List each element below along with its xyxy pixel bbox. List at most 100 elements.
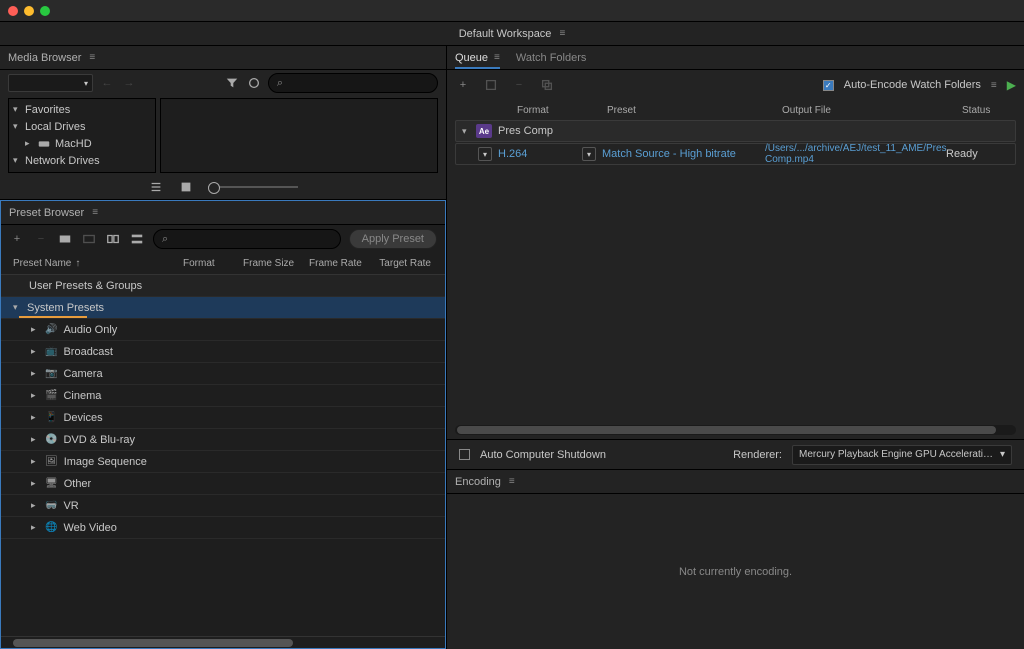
duplicate-icon[interactable] xyxy=(539,77,555,93)
category-icon: 🌐 xyxy=(45,522,57,533)
drive-icon xyxy=(37,137,51,151)
queue-headers: Format Preset Output File Status xyxy=(447,100,1024,120)
remove-preset-icon[interactable]: − xyxy=(33,231,49,247)
maximize-window-icon[interactable] xyxy=(40,6,50,16)
system-presets-group[interactable]: ▾System Presets xyxy=(1,297,445,319)
queue-body[interactable]: ▾ Ae Pres Comp ▾ H.264 ▾ Match Source - … xyxy=(447,120,1024,421)
list-view-icon[interactable] xyxy=(148,179,164,195)
tree-network-drives[interactable]: ▾Network Drives xyxy=(9,152,155,169)
search-icon: ⌕ xyxy=(162,233,168,246)
preset-icon-2[interactable] xyxy=(81,231,97,247)
workspace-label[interactable]: Default Workspace xyxy=(459,28,552,40)
category-icon: 📱 xyxy=(45,412,57,423)
preset-category[interactable]: ▸📷Camera xyxy=(1,363,445,385)
preset-dropdown-icon[interactable]: ▾ xyxy=(582,147,596,161)
title-bar xyxy=(0,0,1024,22)
close-window-icon[interactable] xyxy=(8,6,18,16)
queue-output[interactable]: /Users/.../archive/AEJ/test_11_AME/Pres … xyxy=(765,143,940,165)
category-icon: 📺 xyxy=(45,346,57,357)
preset-icon-4[interactable] xyxy=(129,231,145,247)
preset-icon-3[interactable] xyxy=(105,231,121,247)
queue-tabs: Queue≡ Watch Folders xyxy=(447,46,1024,70)
user-presets-group[interactable]: User Presets & Groups xyxy=(1,275,445,297)
preset-browser-panel: Preset Browser ≡ + − ⌕ Apply Preset Pres… xyxy=(0,200,446,649)
panel-menu-icon[interactable]: ≡ xyxy=(92,207,98,218)
queue-item-row[interactable]: ▾ H.264 ▾ Match Source - High bitrate /U… xyxy=(455,143,1016,165)
media-search-input[interactable] xyxy=(287,77,429,89)
media-browser-title: Media Browser xyxy=(8,52,81,64)
queue-menu-icon[interactable]: ≡ xyxy=(991,80,997,91)
queue-scrollbar[interactable] xyxy=(455,425,1016,435)
zoom-slider[interactable] xyxy=(208,186,298,188)
tree-favorites[interactable]: ▾Favorites xyxy=(9,101,155,118)
encoding-title: Encoding xyxy=(455,476,501,488)
renderer-select[interactable]: Mercury Playback Engine GPU Acceleration… xyxy=(792,445,1012,465)
preset-search[interactable]: ⌕ xyxy=(153,229,341,249)
preset-category[interactable]: ▸📺Broadcast xyxy=(1,341,445,363)
minimize-window-icon[interactable] xyxy=(24,6,34,16)
preset-search-input[interactable] xyxy=(172,233,331,245)
workspace-menu-icon[interactable]: ≡ xyxy=(559,28,565,39)
filter-icon[interactable] xyxy=(224,75,240,91)
media-tree[interactable]: ▾Favorites ▾Local Drives ▸MacHD ▾Network… xyxy=(8,98,156,173)
tab-queue[interactable]: Queue≡ xyxy=(455,48,500,68)
thumbnail-view-icon[interactable] xyxy=(178,179,194,195)
preset-category[interactable]: ▸🖼Image Sequence xyxy=(1,451,445,473)
preset-category[interactable]: ▸📱Devices xyxy=(1,407,445,429)
queue-format[interactable]: H.264 xyxy=(498,148,576,160)
preset-headers: Preset Name↑ Format Frame Size Frame Rat… xyxy=(1,253,445,275)
panel-menu-icon[interactable]: ≡ xyxy=(89,52,95,63)
auto-encode-label: Auto-Encode Watch Folders xyxy=(844,79,981,91)
category-icon: 🖼 xyxy=(45,456,58,467)
panel-menu-icon[interactable]: ≡ xyxy=(494,52,500,63)
chevron-down-icon: ▾ xyxy=(1000,449,1005,460)
encoding-panel: Encoding ≡ Not currently encoding. xyxy=(447,469,1024,649)
tree-local-drives[interactable]: ▾Local Drives xyxy=(9,118,155,135)
remove-icon[interactable]: − xyxy=(511,77,527,93)
preset-scrollbar[interactable] xyxy=(1,636,445,648)
queue-preset[interactable]: Match Source - High bitrate xyxy=(602,148,759,160)
preset-browser-title: Preset Browser xyxy=(9,207,84,219)
preset-category[interactable]: ▸🎬Cinema xyxy=(1,385,445,407)
media-search[interactable]: ⌕ xyxy=(268,73,438,93)
category-icon: 📷 xyxy=(45,368,57,379)
workspace-bar: Default Workspace ≡ xyxy=(0,22,1024,46)
preset-category[interactable]: ▸🔊Audio Only xyxy=(1,319,445,341)
add-output-icon[interactable] xyxy=(483,77,499,93)
preset-category[interactable]: ▸🌐Web Video xyxy=(1,517,445,539)
queue-comp-row[interactable]: ▾ Ae Pres Comp xyxy=(455,120,1016,142)
nav-back-icon[interactable]: ← xyxy=(99,75,115,91)
preset-category[interactable]: ▸🥽VR xyxy=(1,495,445,517)
apply-preset-button[interactable]: Apply Preset xyxy=(349,229,437,249)
category-icon: 💿 xyxy=(45,434,57,445)
queue-status: Ready xyxy=(946,148,978,160)
panel-menu-icon[interactable]: ≡ xyxy=(509,476,515,487)
auto-encode-checkbox[interactable]: ✓ xyxy=(823,80,834,91)
media-browser-panel: Media Browser ≡ ▾ ← → ⌕ ▾Favorites ▾Loca… xyxy=(0,46,446,200)
category-icon: 🖥 xyxy=(45,478,58,489)
nav-forward-icon[interactable]: → xyxy=(121,75,137,91)
shutdown-checkbox[interactable] xyxy=(459,449,470,460)
renderer-label: Renderer: xyxy=(733,449,782,461)
format-dropdown-icon[interactable]: ▾ xyxy=(478,147,492,161)
add-preset-icon[interactable]: + xyxy=(9,231,25,247)
shutdown-label: Auto Computer Shutdown xyxy=(480,449,606,461)
preset-list[interactable]: User Presets & Groups ▾System Presets ▸🔊… xyxy=(1,275,445,636)
media-browser-select[interactable]: ▾ xyxy=(8,74,93,92)
media-content-area[interactable] xyxy=(160,98,438,173)
preset-category[interactable]: ▸💿DVD & Blu-ray xyxy=(1,429,445,451)
preset-category[interactable]: ▸🖥Other xyxy=(1,473,445,495)
tree-drive[interactable]: ▸MacHD xyxy=(9,135,155,152)
category-icon: 🎬 xyxy=(45,390,57,401)
add-source-icon[interactable]: + xyxy=(455,77,471,93)
sort-up-icon[interactable]: ↑ xyxy=(75,258,80,269)
encoding-status: Not currently encoding. xyxy=(679,566,792,578)
category-icon: 🔊 xyxy=(45,324,57,335)
search-icon: ⌕ xyxy=(277,77,283,90)
start-queue-icon[interactable]: ▶ xyxy=(1007,78,1016,92)
category-icon: 🥽 xyxy=(45,500,57,511)
ae-badge-icon: Ae xyxy=(476,124,492,138)
preset-icon-1[interactable] xyxy=(57,231,73,247)
ingest-icon[interactable] xyxy=(246,75,262,91)
tab-watch-folders[interactable]: Watch Folders xyxy=(516,48,587,68)
